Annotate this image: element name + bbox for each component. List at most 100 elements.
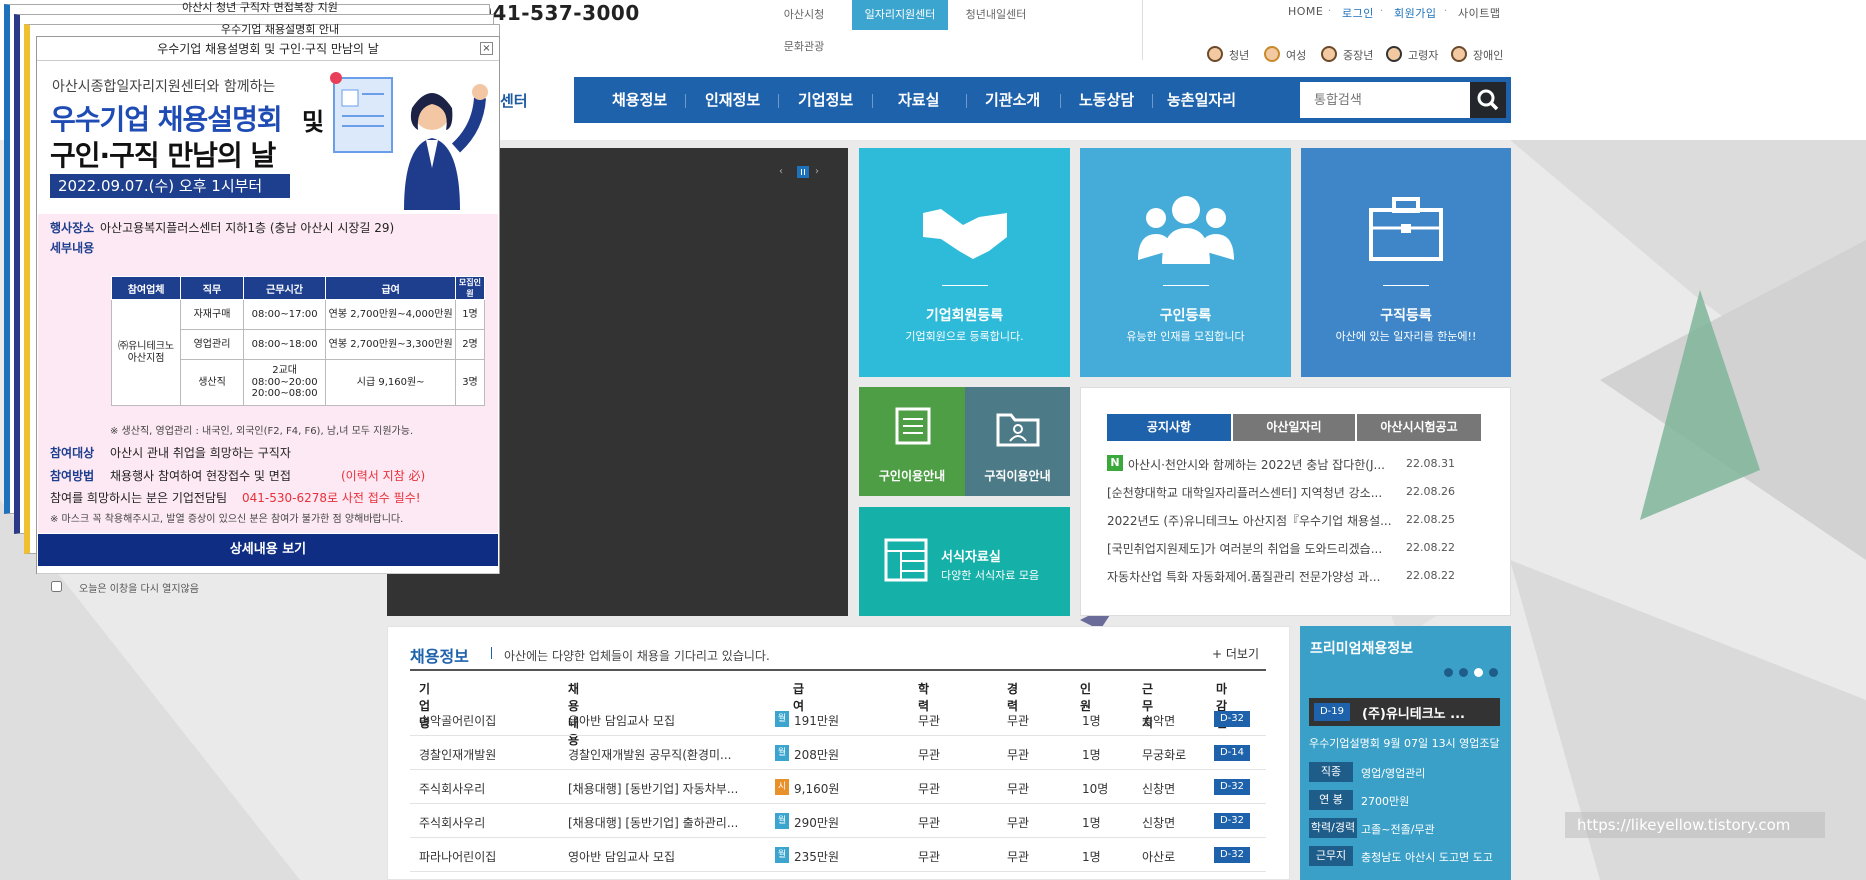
tile-forms-library[interactable]: 서식자료실 다양한 서식자료 모음 (859, 507, 1070, 616)
carousel-dot-active[interactable] (1474, 668, 1483, 677)
search-input[interactable] (1300, 82, 1460, 118)
tab-asan-city[interactable]: 아산시청 (756, 0, 852, 30)
target-label: 참여대상 (50, 446, 95, 460)
site-logo[interactable]: 센터 (500, 90, 528, 111)
notice-date: 22.08.26 (1406, 485, 1455, 498)
nav-item-labor-counsel[interactable]: 노동상담 (1079, 89, 1134, 110)
nav-item-talent[interactable]: 인재정보 (705, 89, 760, 110)
tab-exam-notice[interactable]: 아산시시험공고 (1357, 414, 1481, 441)
user-type-senior[interactable]: 고령자 (1408, 47, 1438, 63)
job-company[interactable]: 주식회사우리 (419, 780, 485, 797)
popup-banner[interactable]: 아산시종합일자리지원센터와 함께하는 우수기업 채용설명회 및 구인·구직 만남… (38, 62, 498, 214)
detail-button[interactable]: 상세내용 보기 (38, 534, 498, 566)
senior-avatar-icon (1386, 46, 1402, 62)
nav-item-resources[interactable]: 자료실 (898, 89, 939, 110)
table-header: 급여 (325, 276, 456, 300)
nav-item-jobs[interactable]: 채용정보 (612, 89, 667, 110)
table-header: 직무 (180, 276, 244, 300)
notice-date: 22.08.22 (1406, 541, 1455, 554)
home-link[interactable]: HOME (1288, 5, 1323, 18)
nav-item-about[interactable]: 기관소개 (985, 89, 1040, 110)
premium-jobs-panel: 프리미엄채용정보 D-19 (주)유니테크노 ... 우수기업설명회 9월 07… (1300, 626, 1511, 880)
table-cell: 2교대 08:00~20:00 20:00~08:00 (242, 359, 327, 406)
job-location: 아산로 (1142, 850, 1176, 864)
nav-item-company[interactable]: 기업정보 (798, 89, 853, 110)
notice-title[interactable]: 아산시·천안시와 함께하는 2022년 충남 잡다한(J... (1128, 456, 1385, 473)
premium-label: 연 봉 (1309, 790, 1353, 810)
main-nav: 채용정보 인재정보 기업정보 자료실 기관소개 노동상담 농촌일자리 (574, 77, 1511, 123)
search-button[interactable] (1470, 82, 1506, 118)
user-type-disabled[interactable]: 장애인 (1473, 47, 1503, 63)
tab-job-center[interactable]: 일자리지원센터 (852, 0, 948, 30)
notice-title[interactable]: [국민취업지원제도]가 여러분의 취업을 도와드리겠습... (1107, 540, 1382, 557)
job-education: 무관 (918, 782, 941, 796)
banner-pretitle: 아산시종합일자리지원센터와 함께하는 (52, 79, 276, 95)
dday-badge: D-32 (1214, 711, 1250, 727)
job-headcount: 1명 (1082, 850, 1101, 864)
tile-jobseeker-guide[interactable]: 구직이용안내 (965, 387, 1070, 496)
table-cell: 08:00~17:00 (242, 299, 327, 330)
notice-title[interactable]: 자동차산업 특화 자동화제어.품질관리 전문가양성 과... (1107, 568, 1380, 585)
job-content[interactable]: [채용대행] [동반기업] 출하관리... (568, 814, 738, 831)
tab-notice[interactable]: 공지사항 (1107, 414, 1231, 441)
job-company[interactable]: 주식회사우리 (419, 814, 485, 831)
job-content[interactable]: 경찰인재개발원 공무직(환경미... (568, 746, 731, 763)
dont-show-today-checkbox[interactable] (51, 581, 62, 592)
title-separator (491, 647, 492, 659)
more-link[interactable]: + 더보기 (1212, 645, 1259, 662)
banner-headline-2: 구인·구직 만남의 날 (50, 139, 276, 172)
prev-arrow-icon[interactable]: ‹ (779, 166, 791, 178)
dont-show-today-label[interactable]: 오늘은 이창을 다시 열지않음 (79, 580, 199, 595)
tab-culture-tour[interactable]: 문화관광 (756, 32, 852, 62)
briefcase-icon (1369, 197, 1443, 261)
notice-title[interactable]: [순천향대학교 대학일자리플러스센터] 지역청년 강소... (1107, 484, 1382, 501)
tile-divider (1163, 285, 1209, 286)
notice-date: 22.08.22 (1406, 569, 1455, 582)
job-company[interactable]: 파라나어린이집 (419, 848, 496, 865)
user-type-middle-aged[interactable]: 중장년 (1343, 47, 1373, 63)
user-type-woman[interactable]: 여성 (1286, 47, 1306, 63)
notice-title[interactable]: 2022년도 (주)유니테크노 아산지점『우수기업 채용설... (1107, 512, 1392, 529)
tile-jobseeker-register[interactable]: 구직등록 아산에 있는 일자리를 한눈에!! (1301, 148, 1511, 377)
phone-number: 041-537-3000 (478, 1, 640, 25)
job-content[interactable]: 영아반 담임교사 모집 (568, 848, 675, 865)
youth-avatar-icon (1207, 46, 1223, 62)
notice-date: 22.08.25 (1406, 513, 1455, 526)
carousel-dot[interactable] (1489, 668, 1498, 677)
stacked-popup-title: 아산시 청년 구직자 면접복장 지원 (182, 1, 338, 14)
carousel-dot[interactable] (1459, 668, 1468, 677)
premium-company-bar[interactable]: D-19 (주)유니테크노 ... (1309, 698, 1500, 726)
job-content[interactable]: 유아반 담임교사 모집 (568, 712, 675, 729)
job-company[interactable]: 경찰인재개발원 (419, 746, 496, 763)
table-cell: 연봉 2,700만원~3,300만원 (325, 329, 456, 360)
eligibility-note: ※ 생산직, 영업관리 : 내국인, 외국인(F2, F4, F6), 남,녀 … (110, 426, 414, 437)
close-icon[interactable]: × (480, 42, 493, 55)
phone-line-highlight: 041-530-6278로 사전 접수 필수! (242, 491, 421, 505)
pause-icon[interactable] (797, 166, 809, 178)
carousel-dot[interactable] (1444, 668, 1453, 677)
tile-title: 구인이용안내 (878, 469, 946, 483)
sitemap-link[interactable]: 사이트맵 (1458, 5, 1500, 21)
new-badge: N (1107, 455, 1123, 471)
tab-asan-jobs[interactable]: 아산일자리 (1233, 414, 1355, 441)
tile-company-register[interactable]: 기업회원등록 기업회원으로 등록합니다. (859, 148, 1070, 377)
premium-label: 직종 (1309, 762, 1353, 782)
job-content[interactable]: [채용대행] [동반기업] 자동차부... (568, 780, 738, 797)
dday-badge: D-19 (1314, 703, 1350, 721)
tile-title: 구인등록 (1159, 308, 1212, 324)
event-popup: 우수기업 채용설명회 및 구인·구직 만남의 날 × 아산시종합일자리지원센터와… (36, 36, 500, 595)
tile-employer-register[interactable]: 구인등록 유능한 인재를 모집합니다 (1080, 148, 1291, 377)
login-link[interactable]: 로그인 (1342, 5, 1374, 21)
job-company[interactable]: 송악골어린이집 (419, 712, 496, 729)
tab-youth-center[interactable]: 청년내일센터 (948, 0, 1044, 30)
job-pay: 191만원 (794, 714, 839, 728)
job-headcount: 1명 (1082, 748, 1101, 762)
banner-headline-1: 우수기업 채용설명회 (50, 103, 283, 136)
premium-value: 영업/영업관리 (1361, 767, 1426, 780)
user-type-youth[interactable]: 청년 (1229, 47, 1249, 63)
separator-dot: · (1444, 6, 1448, 17)
nav-item-rural-jobs[interactable]: 농촌일자리 (1167, 89, 1236, 110)
signup-link[interactable]: 회원가입 (1394, 5, 1436, 21)
next-arrow-icon[interactable]: › (815, 166, 827, 178)
tile-employer-guide[interactable]: 구인이용안내 (859, 387, 965, 496)
